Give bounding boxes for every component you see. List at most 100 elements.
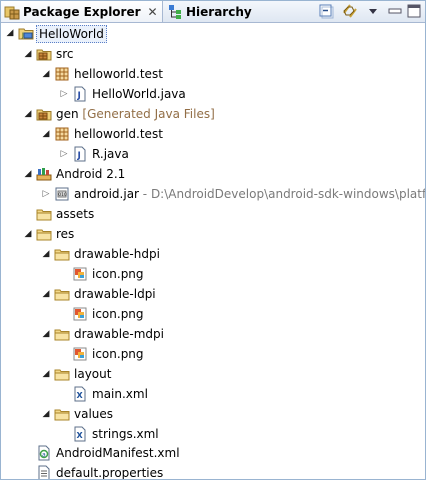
tree-item-layout[interactable]: ◢ layout (1, 364, 425, 384)
collapse-arrow-icon[interactable]: ◢ (41, 409, 51, 419)
collapse-arrow-icon[interactable]: ◢ (23, 169, 33, 179)
tree-item-src[interactable]: ◢ src (1, 44, 425, 64)
tree-item-label: HelloWorld (36, 25, 107, 43)
tree-item-gen[interactable]: ◢ gen [Generated Java Files] (1, 104, 425, 124)
library-icon (36, 166, 52, 182)
maximize-icon[interactable] (406, 3, 422, 19)
tree-item-android-2-1[interactable]: ◢ Android 2.1 (1, 164, 425, 184)
tree-item-label: values (72, 406, 115, 422)
tree-item-helloworld-java[interactable]: ▷ J HelloWorld.java (1, 84, 425, 104)
folder-icon (54, 246, 70, 262)
package-icon (54, 66, 70, 82)
tree-item-default-properties[interactable]: default.properties (1, 463, 425, 480)
view-menu-icon[interactable] (365, 3, 381, 19)
item-name: HelloWorld (39, 27, 104, 41)
collapse-arrow-icon[interactable]: ◢ (41, 249, 51, 259)
tree-item-drawable-mdpi[interactable]: ◢ drawable-mdpi (1, 324, 425, 344)
collapse-arrow-icon[interactable]: ◢ (23, 49, 33, 59)
item-name: src (56, 47, 74, 61)
item-name: default.properties (56, 466, 164, 480)
collapse-arrow-icon[interactable]: ◢ (23, 109, 33, 119)
tree-item-helloworld-test[interactable]: ◢ helloworld.test (1, 124, 425, 144)
tree-item-label: helloworld.test (72, 66, 165, 82)
tab-label: Hierarchy (186, 4, 252, 19)
tree-item-res[interactable]: ◢ res (1, 224, 425, 244)
collapse-arrow-icon[interactable]: ◢ (41, 369, 51, 379)
tab-label: Package Explorer (23, 4, 141, 19)
tree-item-label: drawable-ldpi (72, 286, 158, 302)
manifest-file-icon: a (36, 445, 52, 461)
tree-item-r-java[interactable]: ▷ J R.java (1, 144, 425, 164)
collapse-arrow-icon[interactable]: ◢ (41, 69, 51, 79)
tree-item-label: default.properties (54, 465, 165, 480)
folder-icon (36, 226, 52, 242)
tree-item-helloworld-test[interactable]: ◢ helloworld.test (1, 64, 425, 84)
item-name: AndroidManifest.xml (56, 446, 180, 460)
minimize-icon[interactable] (387, 3, 403, 19)
package-tree: ◢ J HelloWorld ◢ src ◢ helloworld.test ▷ J He… (1, 23, 425, 479)
item-name: Android 2.1 (56, 167, 126, 181)
tree-item-drawable-hdpi[interactable]: ◢ drawable-hdpi (1, 244, 425, 264)
tree-item-helloworld[interactable]: ◢ J HelloWorld (1, 23, 425, 43)
folder-icon (54, 406, 70, 422)
tree-item-android-jar[interactable]: ▷ 010 android.jar - D:\AndroidDevelop\and… (1, 184, 425, 204)
tree-item-label: Android 2.1 (54, 166, 127, 182)
collapse-arrow-icon[interactable]: ◢ (41, 329, 51, 339)
item-name: drawable-ldpi (74, 287, 156, 301)
package-explorer-icon (4, 4, 20, 20)
xml-file-icon: X (72, 386, 88, 402)
collapse-arrow-icon[interactable]: ◢ (41, 129, 51, 139)
tree-item-assets[interactable]: assets (1, 204, 425, 224)
item-name: strings.xml (92, 427, 159, 441)
java-file-icon: J (72, 146, 88, 162)
source-folder-icon (36, 106, 52, 122)
tree-item-label: HelloWorld.java (90, 86, 188, 102)
expand-arrow-icon[interactable]: ▷ (41, 189, 51, 199)
tree-item-label: main.xml (90, 386, 150, 402)
tab-package-explorer[interactable]: Package Explorer ✕ (1, 1, 163, 22)
tree-item-label: AndroidManifest.xml (54, 445, 182, 461)
tree-item-label: layout (72, 366, 113, 382)
tree-item-values[interactable]: ◢ values (1, 404, 425, 424)
tree-item-drawable-ldpi[interactable]: ◢ drawable-ldpi (1, 284, 425, 304)
xml-file-icon: X (72, 426, 88, 442)
package-icon (54, 126, 70, 142)
svg-text:X: X (77, 391, 84, 400)
folder-icon (54, 366, 70, 382)
collapse-arrow-icon[interactable]: ◢ (5, 28, 15, 38)
svg-text:J: J (77, 91, 81, 101)
item-name: helloworld.test (74, 67, 163, 81)
tree-item-icon-png[interactable]: icon.png (1, 264, 425, 284)
collapse-all-icon[interactable] (318, 3, 334, 19)
image-file-icon (72, 346, 88, 362)
tree-item-label: strings.xml (90, 426, 161, 442)
hierarchy-icon (167, 4, 183, 20)
package-explorer-view: Package Explorer ✕ Hierarchy ◢ J HelloWo… (0, 0, 426, 480)
tree-item-androidmanifest-xml[interactable]: a AndroidManifest.xml (1, 443, 425, 463)
expand-arrow-icon[interactable]: ▷ (59, 149, 69, 159)
jar-icon: 010 (54, 186, 70, 202)
link-with-editor-icon[interactable] (342, 3, 358, 19)
item-name: icon.png (92, 347, 144, 361)
tree-item-label: drawable-mdpi (72, 326, 166, 342)
tree-item-label: assets (54, 206, 96, 222)
tree-item-strings-xml[interactable]: Xstrings.xml (1, 424, 425, 444)
svg-text:010: 010 (58, 192, 67, 198)
item-name: HelloWorld.java (92, 87, 186, 101)
tree-item-main-xml[interactable]: Xmain.xml (1, 384, 425, 404)
expand-arrow-icon[interactable]: ▷ (59, 89, 69, 99)
folder-icon (54, 286, 70, 302)
tree-item-icon-png[interactable]: icon.png (1, 304, 425, 324)
folder-icon (54, 326, 70, 342)
item-name: android.jar (74, 187, 139, 201)
item-decoration: [Generated Java Files] (78, 107, 215, 121)
item-name: main.xml (92, 387, 148, 401)
tree-item-icon-png[interactable]: icon.png (1, 344, 425, 364)
close-icon[interactable]: ✕ (148, 5, 158, 19)
collapse-arrow-icon[interactable]: ◢ (41, 289, 51, 299)
collapse-arrow-icon[interactable]: ◢ (23, 229, 33, 239)
svg-text:J: J (77, 151, 81, 161)
project-icon: J (18, 25, 34, 41)
item-name: gen (56, 107, 79, 121)
tab-hierarchy[interactable]: Hierarchy (164, 1, 252, 22)
